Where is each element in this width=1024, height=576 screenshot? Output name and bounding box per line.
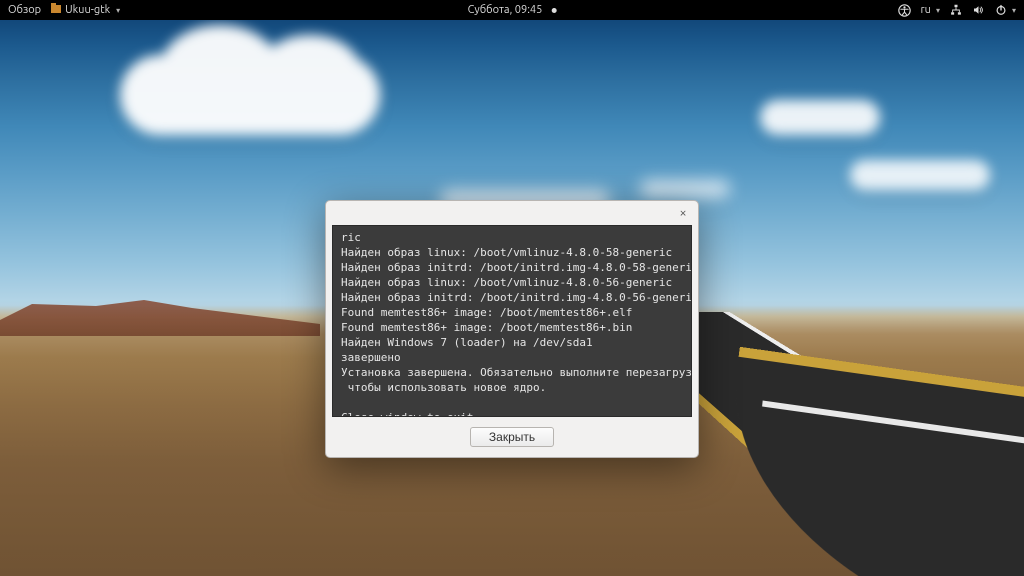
chevron-down-icon: ▾ (1012, 6, 1016, 15)
wallpaper-cloud (760, 100, 880, 135)
wallpaper-cloud (120, 55, 380, 135)
app-menu[interactable]: Ukuu-gtk ▾ (51, 4, 120, 16)
wallpaper-cloud (640, 180, 730, 198)
folder-icon (51, 5, 61, 13)
network-wired-icon (950, 4, 962, 16)
chevron-down-icon: ▾ (116, 6, 120, 15)
network-indicator[interactable] (950, 4, 962, 16)
power-menu[interactable]: ▾ (995, 4, 1016, 16)
gnome-top-bar: Обзор Ukuu-gtk ▾ Суббота, 09:45 ru ▾ (0, 0, 1024, 20)
accessibility-menu[interactable] (898, 4, 911, 17)
close-button[interactable]: × (676, 206, 690, 220)
volume-indicator[interactable] (972, 4, 985, 16)
keyboard-layout-label: ru (921, 4, 931, 16)
dialog-titlebar[interactable]: × (326, 201, 698, 225)
app-menu-label: Ukuu-gtk (65, 4, 110, 16)
close-dialog-button[interactable]: Закрыть (470, 427, 554, 447)
clock[interactable]: Суббота, 09:45 (468, 4, 557, 16)
chevron-down-icon: ▾ (936, 6, 940, 15)
terminal-output: ric Найден образ linux: /boot/vmlinuz-4.… (332, 225, 692, 417)
notification-dot-icon (551, 8, 556, 13)
volume-icon (972, 4, 985, 16)
clock-label: Суббота, 09:45 (468, 4, 543, 16)
close-icon: × (679, 206, 686, 220)
wallpaper-cloud (850, 160, 990, 190)
accessibility-icon (898, 4, 911, 17)
power-icon (995, 4, 1007, 16)
activities-button[interactable]: Обзор (8, 4, 41, 16)
install-output-dialog: × ric Найден образ linux: /boot/vmlinuz-… (325, 200, 699, 458)
keyboard-layout-indicator[interactable]: ru ▾ (921, 4, 940, 16)
